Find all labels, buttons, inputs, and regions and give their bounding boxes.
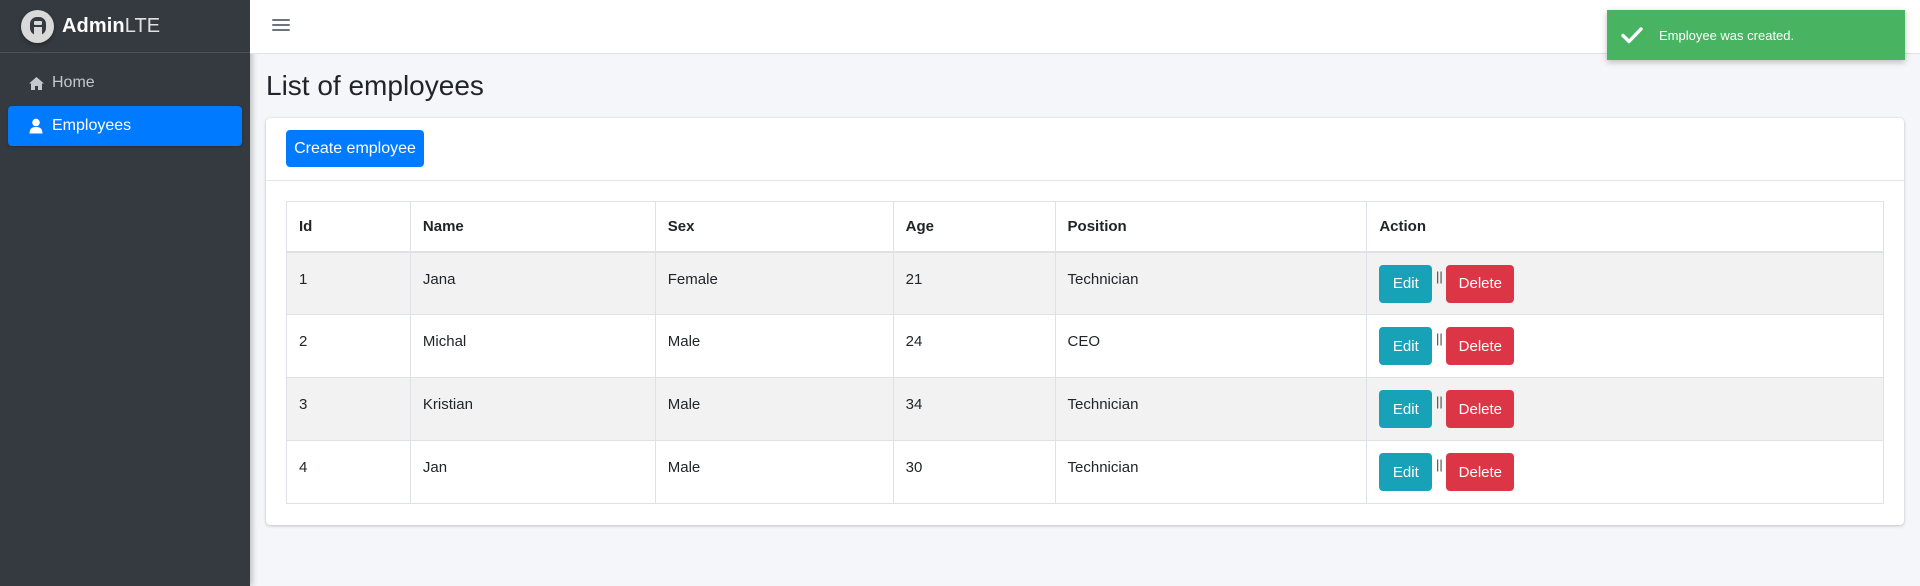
cell-actions: Edit || Delete <box>1366 377 1884 441</box>
cell-position: Technician <box>1054 377 1368 441</box>
cell-actions: Edit || Delete <box>1366 440 1884 504</box>
cell-name: Kristian <box>409 377 656 441</box>
action-separator: || <box>1435 394 1443 409</box>
create-employee-button[interactable]: Create employee <box>286 130 424 167</box>
column-header-name: Name <box>409 201 656 253</box>
cell-name: Jan <box>409 440 656 504</box>
home-icon <box>26 74 46 92</box>
sidebar-item-label: Home <box>52 74 95 91</box>
user-icon <box>26 117 46 135</box>
cell-id: 1 <box>286 251 411 315</box>
sidebar: AdminLTE Home Employees <box>0 0 250 586</box>
brand-link[interactable]: AdminLTE <box>0 0 250 53</box>
cell-sex: Female <box>654 251 894 315</box>
table-row: 1 Jana Female 21 Technician Edit || Delete <box>286 251 1884 315</box>
cell-id: 3 <box>286 377 411 441</box>
sidebar-item-employees[interactable]: Employees <box>8 106 242 146</box>
cell-actions: Edit || Delete <box>1366 251 1884 315</box>
edit-button[interactable]: Edit <box>1379 264 1433 303</box>
cell-age: 30 <box>892 440 1056 504</box>
cell-age: 24 <box>892 314 1056 378</box>
sidebar-item-label: Employees <box>52 117 132 134</box>
cell-sex: Male <box>654 377 894 441</box>
toast-message: Employee was created. <box>1659 27 1795 43</box>
column-header-age: Age <box>892 201 1056 253</box>
success-toast[interactable]: Employee was created. <box>1607 10 1905 60</box>
card-header: Create employee <box>266 118 1904 181</box>
employees-table: Id Name Sex Age Position Action 1 Jana F… <box>286 201 1884 504</box>
page-title: List of employees <box>266 70 484 101</box>
table-row: 3 Kristian Male 34 Technician Edit || Dele… <box>286 377 1884 441</box>
table-row: 2 Michal Male 24 CEO Edit || Delete <box>286 314 1884 378</box>
column-header-action: Action <box>1366 201 1884 253</box>
cell-sex: Male <box>654 314 894 378</box>
cell-name: Jana <box>409 251 656 315</box>
column-header-sex: Sex <box>654 201 894 253</box>
brand-text: AdminLTE <box>62 14 161 37</box>
cell-id: 2 <box>286 314 411 378</box>
cell-position: CEO <box>1054 314 1368 378</box>
cell-position: Technician <box>1054 440 1368 504</box>
cell-position: Technician <box>1054 251 1368 315</box>
column-header-position: Position <box>1054 201 1368 253</box>
cell-age: 34 <box>892 377 1056 441</box>
cell-age: 21 <box>892 251 1056 315</box>
edit-button[interactable]: Edit <box>1379 390 1433 428</box>
adminlte-logo-icon <box>21 9 54 43</box>
employees-card: Create employee Id Name Sex Age Position… <box>266 118 1904 525</box>
checkmark-icon <box>1621 25 1645 45</box>
cell-id: 4 <box>286 440 411 504</box>
column-header-id: Id <box>286 201 411 253</box>
table-row: 4 Jan Male 30 Technician Edit || Delete <box>286 440 1884 504</box>
edit-button[interactable]: Edit <box>1379 327 1433 365</box>
sidebar-nav: Home Employees <box>0 53 250 159</box>
delete-button[interactable]: Delete <box>1446 390 1515 428</box>
action-separator: || <box>1435 268 1443 284</box>
sidebar-item-home[interactable]: Home <box>8 63 242 103</box>
edit-button[interactable]: Edit <box>1379 453 1433 491</box>
cell-name: Michal <box>409 314 656 378</box>
cell-actions: Edit || Delete <box>1366 314 1884 378</box>
hamburger-icon[interactable] <box>272 17 290 33</box>
action-separator: || <box>1435 331 1443 346</box>
delete-button[interactable]: Delete <box>1446 327 1515 365</box>
delete-button[interactable]: Delete <box>1446 453 1515 491</box>
cell-sex: Male <box>654 440 894 504</box>
main-content: List of employees Create employee Id Nam… <box>250 54 1920 586</box>
table-header-row: Id Name Sex Age Position Action <box>286 201 1884 253</box>
delete-button[interactable]: Delete <box>1446 264 1515 303</box>
action-separator: || <box>1435 457 1443 472</box>
